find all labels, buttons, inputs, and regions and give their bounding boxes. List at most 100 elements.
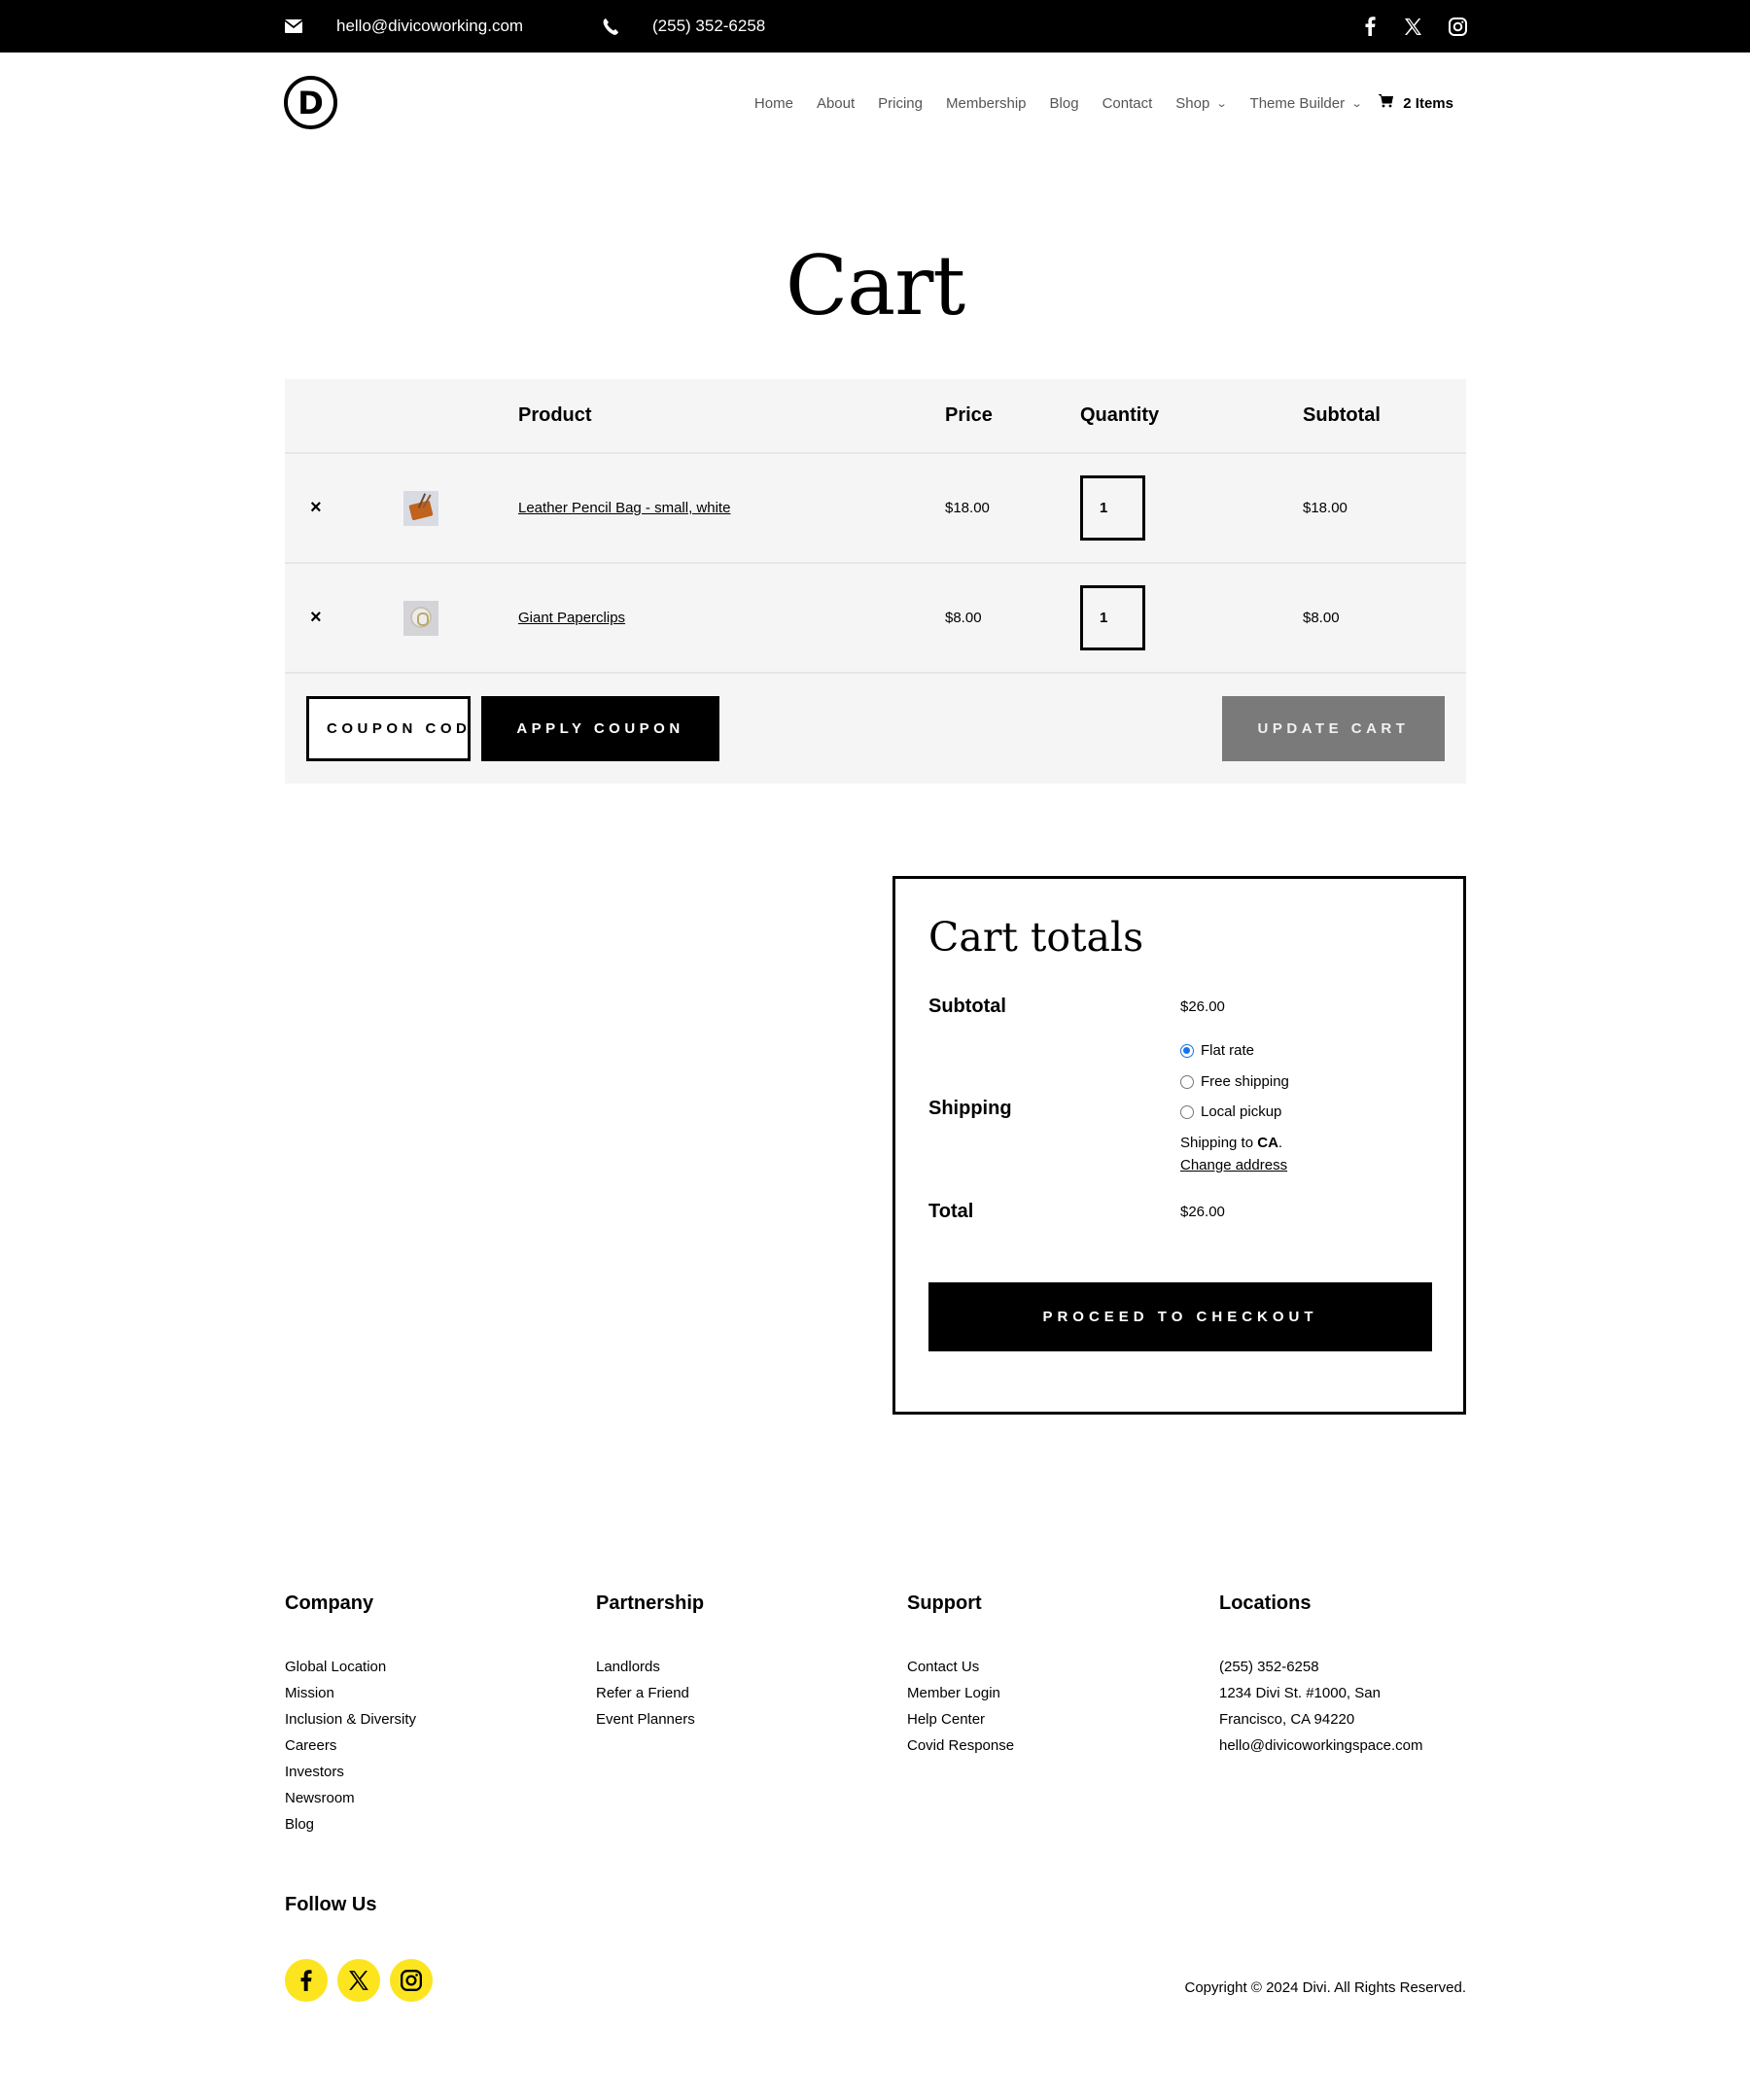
main-nav: Home About Pricing Membership Blog Conta… [731, 52, 1453, 154]
product-name-link[interactable]: Giant Paperclips [518, 610, 625, 626]
nav-theme-builder[interactable]: Theme Builder ⌄ [1249, 94, 1363, 112]
subtotal-value: $26.00 [1180, 998, 1225, 1015]
footer-link[interactable]: Contact Us [907, 1659, 979, 1675]
shipping-destination-region: CA [1257, 1135, 1278, 1151]
nav-shop[interactable]: Shop ⌄ [1175, 94, 1228, 112]
nav-home[interactable]: Home [754, 95, 793, 112]
footer-heading: Locations [1219, 1592, 1312, 1614]
x-icon[interactable] [337, 1959, 380, 2002]
shipping-destination-suffix: . [1278, 1135, 1283, 1151]
shipping-option-local-pickup[interactable]: Local pickup [1180, 1103, 1281, 1120]
shipping-label: Shipping [928, 1098, 1012, 1119]
footer-link[interactable]: Landlords [596, 1659, 660, 1675]
quantity-input[interactable]: 1 [1080, 475, 1145, 541]
footer-phone-link[interactable]: (255) 352-6258 [1219, 1659, 1319, 1675]
remove-item-button[interactable]: × [310, 454, 339, 562]
shipping-option-flat-rate[interactable]: Flat rate [1180, 1042, 1254, 1059]
nav-contact[interactable]: Contact [1102, 95, 1153, 112]
footer-column-partnership: Partnership Landlords Refer a Friend Eve… [596, 1592, 704, 1732]
update-cart-button[interactable]: UPDATE CART [1222, 696, 1445, 761]
cart-actions-row: COUPON CODE APPLY COUPON UPDATE CART [285, 674, 1466, 784]
product-name-link[interactable]: Leather Pencil Bag - small, white [518, 500, 730, 516]
change-address-link[interactable]: Change address [1180, 1157, 1287, 1173]
column-header-subtotal: Subtotal [1303, 404, 1381, 426]
cart-table-header: Product Price Quantity Subtotal [285, 379, 1466, 454]
cart-totals-panel: Cart totals Subtotal $26.00 Shipping Fla… [892, 876, 1466, 1415]
top-bar: hello@divicoworking.com (255) 352-6258 [0, 0, 1750, 52]
footer-link[interactable]: Covid Response [907, 1737, 1014, 1754]
chevron-down-icon: ⌄ [1350, 97, 1363, 110]
cart-totals-title: Cart totals [928, 914, 1144, 961]
nav-about[interactable]: About [817, 95, 855, 112]
shipping-option-label: Free shipping [1201, 1073, 1289, 1090]
phone-icon [601, 17, 620, 36]
footer-heading: Company [285, 1592, 374, 1614]
copyright-text: Copyright © 2024 Divi. All Rights Reserv… [1184, 1979, 1466, 1996]
facebook-icon[interactable] [1360, 17, 1380, 36]
footer-heading: Support [907, 1592, 982, 1614]
product-price: $8.00 [945, 610, 982, 626]
footer-link[interactable]: Event Planners [596, 1711, 695, 1728]
page-title: Cart [785, 238, 965, 333]
footer-link[interactable]: Mission [285, 1685, 334, 1701]
radio-button[interactable] [1180, 1104, 1194, 1119]
instagram-icon[interactable] [390, 1959, 433, 2002]
follow-us-heading: Follow Us [285, 1894, 377, 1915]
footer-link[interactable]: Member Login [907, 1685, 1000, 1701]
product-thumbnail[interactable] [403, 490, 438, 526]
footer-link[interactable]: Newsroom [285, 1790, 355, 1806]
site-logo[interactable]: D [284, 76, 337, 129]
nav-label: Membership [946, 94, 1027, 112]
nav-label: Shop [1175, 94, 1210, 112]
shopping-cart-icon [1379, 94, 1394, 112]
radio-button[interactable] [1180, 1074, 1194, 1089]
column-header-price: Price [945, 404, 993, 426]
table-row: × Giant Paperclips $8.00 1 $8.00 [285, 564, 1466, 674]
coupon-code-input[interactable]: COUPON CODE [306, 696, 471, 761]
footer-link[interactable]: Refer a Friend [596, 1685, 689, 1701]
subtotal-label: Subtotal [928, 996, 1006, 1017]
proceed-to-checkout-button[interactable]: PROCEED TO CHECKOUT [928, 1282, 1432, 1351]
x-icon[interactable] [1403, 17, 1422, 36]
instagram-icon[interactable] [1448, 17, 1467, 36]
footer-link[interactable]: Investors [285, 1764, 344, 1780]
nav-label: Blog [1049, 94, 1079, 112]
footer-link[interactable]: Blog [285, 1816, 314, 1833]
footer-address-line: Francisco, CA 94220 [1219, 1711, 1355, 1728]
header-cart-link[interactable]: 2 Items [1379, 94, 1453, 112]
footer-link[interactable]: Global Location [285, 1659, 386, 1675]
footer-column-locations: Locations (255) 352-6258 1234 Divi St. #… [1219, 1592, 1423, 1759]
footer-heading: Partnership [596, 1592, 705, 1614]
apply-coupon-button[interactable]: APPLY COUPON [481, 696, 719, 761]
shipping-destination: Shipping to CA. [1180, 1135, 1282, 1151]
quantity-input[interactable]: 1 [1080, 585, 1145, 650]
product-price: $18.00 [945, 500, 990, 516]
footer-column-support: Support Contact Us Member Login Help Cen… [907, 1592, 1014, 1759]
nav-pricing[interactable]: Pricing [878, 95, 923, 112]
radio-button-selected[interactable] [1180, 1043, 1194, 1058]
footer-email-link[interactable]: hello@divicoworkingspace.com [1219, 1737, 1423, 1754]
product-thumbnail[interactable] [403, 600, 438, 636]
shipping-destination-prefix: Shipping to [1180, 1135, 1258, 1151]
footer-column-company: Company Global Location Mission Inclusio… [285, 1592, 416, 1838]
table-row: × Leather Pencil Bag - small, white $18.… [285, 454, 1466, 564]
nav-membership[interactable]: Membership [946, 95, 1027, 112]
topbar-phone-link[interactable]: (255) 352-6258 [652, 0, 765, 52]
nav-blog[interactable]: Blog [1050, 95, 1079, 112]
remove-item-button[interactable]: × [310, 564, 339, 672]
total-label: Total [928, 1201, 974, 1222]
nav-label: Pricing [878, 94, 923, 112]
cart-table: Product Price Quantity Subtotal × Leathe… [285, 379, 1466, 784]
footer-link[interactable]: Careers [285, 1737, 336, 1754]
column-header-product: Product [518, 404, 592, 426]
shipping-option-free-shipping[interactable]: Free shipping [1180, 1073, 1289, 1090]
close-icon: × [310, 497, 322, 518]
topbar-email-link[interactable]: hello@divicoworking.com [336, 0, 523, 52]
facebook-icon[interactable] [285, 1959, 328, 2002]
footer-link[interactable]: Inclusion & Diversity [285, 1711, 416, 1728]
product-subtotal: $18.00 [1303, 500, 1348, 516]
nav-label: Theme Builder [1249, 94, 1346, 112]
footer-address-line: 1234 Divi St. #1000, San [1219, 1685, 1381, 1701]
total-value: $26.00 [1180, 1204, 1225, 1220]
footer-link[interactable]: Help Center [907, 1711, 985, 1728]
